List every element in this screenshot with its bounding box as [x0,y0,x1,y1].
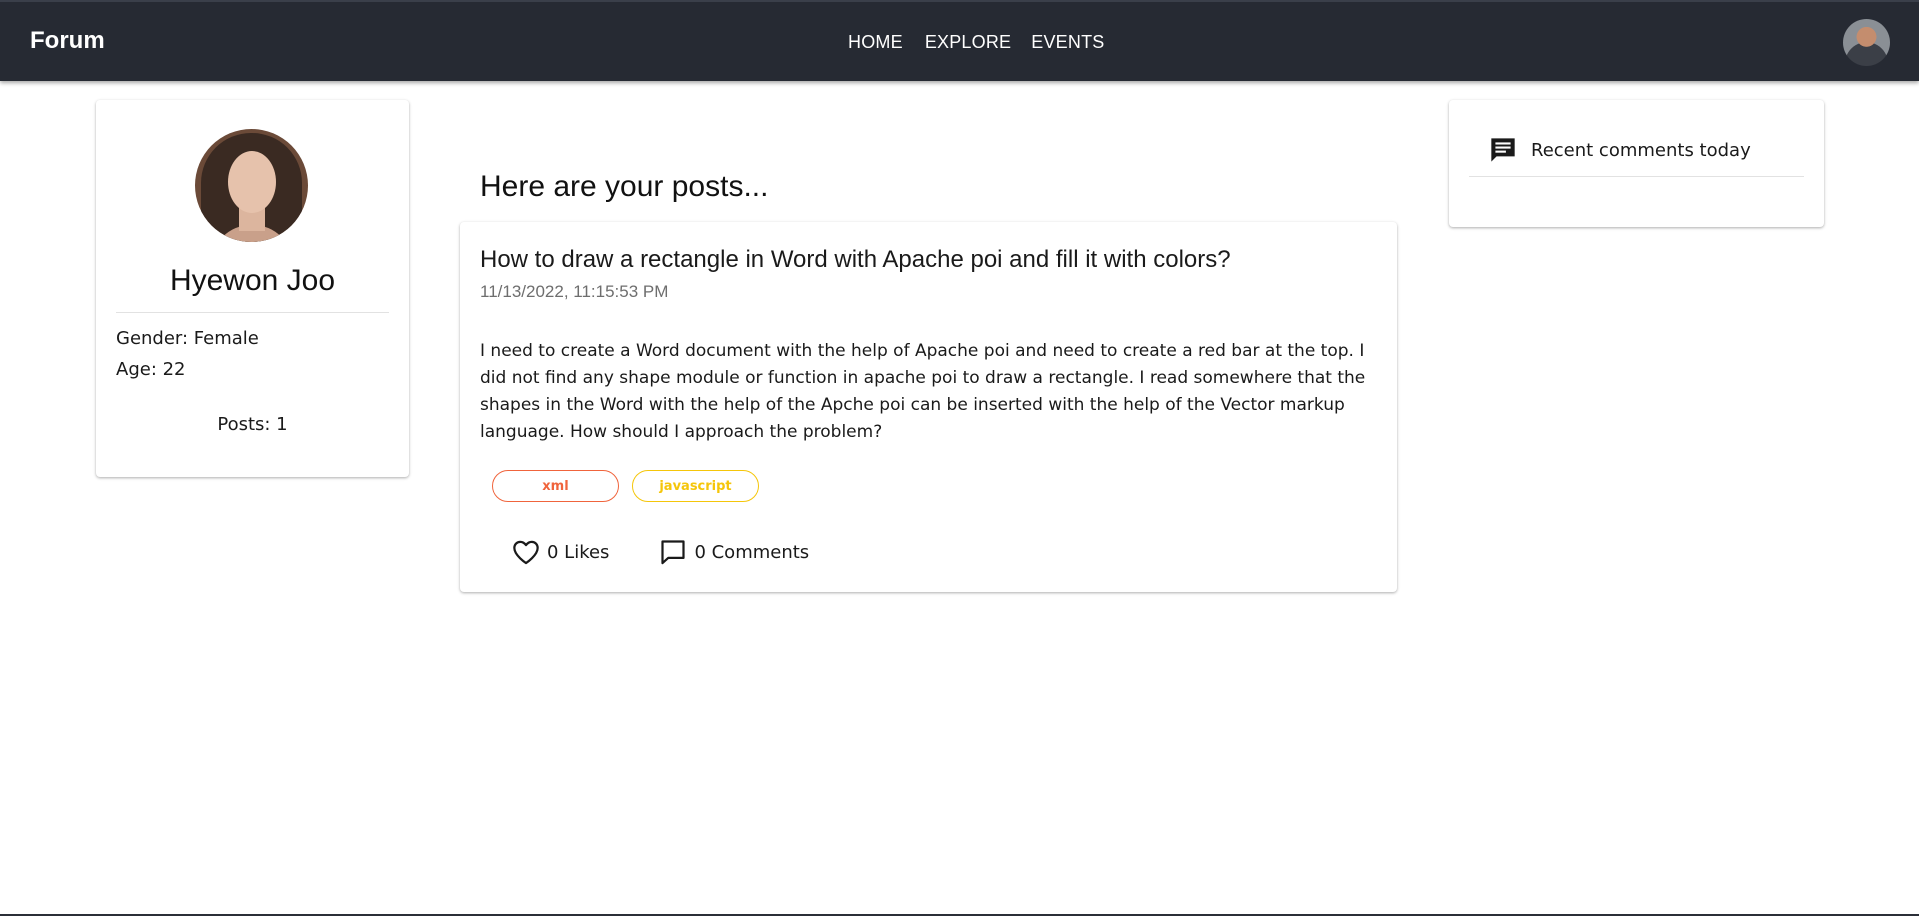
post-tags: xml javascript [492,470,772,502]
nav-links: HOME EXPLORE EVENTS [848,32,1126,53]
nav-home[interactable]: HOME [848,32,903,53]
brand-logo[interactable]: Forum [30,27,105,55]
post-card: How to draw a rectangle in Word with Apa… [460,222,1397,592]
profile-divider [116,312,389,313]
heart-icon [513,540,539,565]
profile-card: Hyewon Joo Gender: Female Age: 22 Posts:… [96,100,409,477]
comment-icon [1491,138,1515,162]
like-button[interactable]: 0 Likes [512,539,609,565]
recent-comments-header: Recent comments today [1489,136,1751,164]
tag-javascript[interactable]: javascript [632,470,759,502]
post-title[interactable]: How to draw a rectangle in Word with Apa… [480,246,1231,274]
profile-age: Age: 22 [116,359,186,380]
post-body: I need to create a Word document with th… [480,341,1366,442]
profile-name: Hyewon Joo [169,264,336,297]
likes-count: 0 Likes [547,541,610,563]
top-navbar: Forum HOME EXPLORE EVENTS [0,0,1919,81]
user-avatar[interactable] [1843,19,1890,66]
post-date: 11/13/2022, 11:15:53 PM [480,282,669,301]
posts-heading: Here are your posts... [480,170,769,203]
comments-count: 0 Comments [694,541,810,563]
profile-post-count: Posts: 1 [217,414,288,435]
tag-xml[interactable]: xml [492,470,619,502]
comment-bubble-icon [661,540,686,565]
profile-photo [195,129,308,242]
recent-comments-card: Recent comments today [1449,100,1824,227]
nav-explore[interactable]: EXPLORE [925,32,1011,53]
post-actions: 0 Likes 0 Comments [512,538,809,566]
profile-gender: Gender: Female [116,328,259,349]
recent-comments-title: Recent comments today [1531,139,1751,161]
recent-divider [1469,176,1804,177]
comments-button[interactable]: 0 Comments [659,538,809,566]
nav-events[interactable]: EVENTS [1031,32,1104,53]
